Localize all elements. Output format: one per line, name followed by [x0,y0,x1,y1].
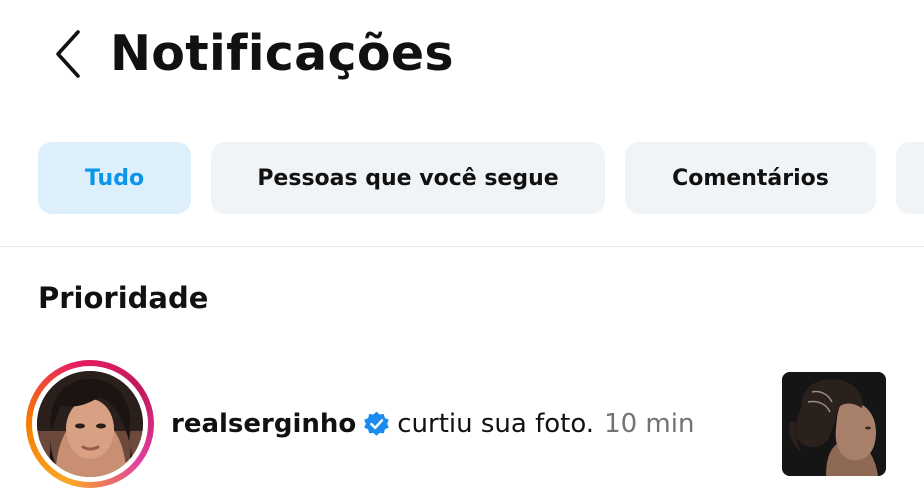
username[interactable]: realserginho [171,409,356,439]
filter-chip-next[interactable] [896,142,924,214]
chevron-left-icon [56,30,80,78]
filter-chip-people-you-follow[interactable]: Pessoas que você segue [211,142,605,214]
post-thumbnail[interactable] [782,372,886,476]
filter-chip-comments[interactable]: Comentários [625,142,876,214]
notifications-screen: Notificações Tudo Pessoas que você segue… [0,0,924,492]
header: Notificações [0,0,924,112]
notification-text: realserginho curtiu sua foto. 10 min [171,404,694,444]
filter-chip-all[interactable]: Tudo [38,142,191,214]
notification-action: curtiu sua foto. [397,409,595,439]
divider [0,246,924,247]
avatar-story-ring[interactable] [26,360,154,488]
filter-chips: Tudo Pessoas que você segue Comentários [38,142,924,214]
notification-time: 10 min [604,409,695,439]
section-title: Prioridade [38,281,209,315]
back-button[interactable] [44,26,92,82]
verified-badge-icon [364,411,390,436]
page-title: Notificações [110,25,454,82]
notification-item[interactable]: realserginho curtiu sua foto. 10 min [0,356,924,492]
avatar [37,371,143,477]
